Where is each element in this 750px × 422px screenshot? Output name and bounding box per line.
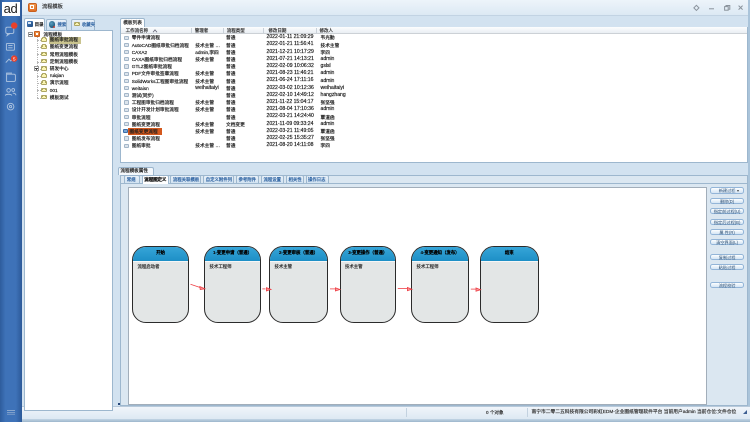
svg-text:5: 5 [13, 57, 16, 63]
